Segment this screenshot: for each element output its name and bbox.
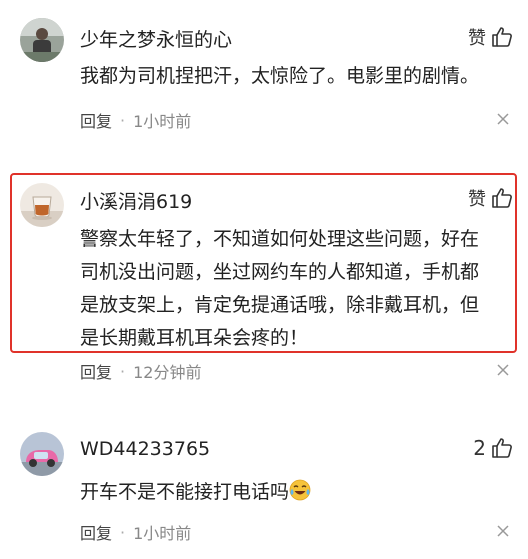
comment-text-line: 是放支架上，肯定免提通话哦，除非戴耳机，但 — [80, 294, 480, 316]
like-count: 2 — [473, 436, 486, 460]
thumbs-up-icon — [492, 27, 512, 47]
username[interactable]: WD44233765 — [80, 438, 210, 460]
comment-text: 警察太年轻了，不知道如何处理这些问题，好在 司机没出问题，坐过网约车的人都知道，… — [80, 223, 510, 355]
like-label: 赞 — [468, 28, 486, 49]
comment-meta: 回复 · 1小时前 — [80, 108, 191, 132]
avatar[interactable] — [20, 18, 64, 62]
comment-text-line: 司机没出问题，坐过网约车的人都知道，手机都 — [80, 261, 480, 283]
comment-item: WD44233765 2 开车不是不能接打电话吗 回复 · 1小时前 — [0, 420, 528, 559]
close-icon[interactable] — [496, 363, 510, 377]
close-icon[interactable] — [496, 524, 510, 538]
avatar[interactable] — [20, 183, 64, 227]
timestamp: 1小时前 — [133, 112, 192, 131]
comment-meta: 回复 · 12分钟前 — [80, 359, 201, 383]
like-button[interactable]: 赞 — [468, 24, 514, 50]
crying-laughing-emoji-icon — [289, 479, 311, 501]
reply-button[interactable]: 回复 — [80, 520, 112, 544]
thumbs-up-icon — [492, 188, 512, 208]
close-icon[interactable] — [496, 112, 510, 126]
comment-item: 少年之梦永恒的心 赞 我都为司机捏把汗，太惊险了。电影里的剧情。 回复 · 1小… — [0, 0, 528, 150]
timestamp: 12分钟前 — [133, 363, 202, 382]
comment-meta: 回复 · 1小时前 — [80, 520, 191, 544]
comment-text: 我都为司机捏把汗，太惊险了。电影里的剧情。 — [80, 65, 480, 87]
timestamp: 1小时前 — [133, 524, 192, 543]
username[interactable]: 少年之梦永恒的心 — [80, 25, 232, 52]
comment-item: 小溪涓涓619 赞 警察太年轻了，不知道如何处理这些问题，好在 司机没出问题，坐… — [0, 173, 528, 393]
thumbs-up-icon — [492, 438, 512, 458]
separator: · — [120, 110, 126, 130]
comment-text-line: 警察太年轻了，不知道如何处理这些问题，好在 — [80, 228, 480, 250]
separator: · — [120, 522, 126, 542]
like-button[interactable]: 2 — [473, 436, 514, 460]
comment-text-content: 开车不是不能接打电话吗 — [80, 481, 290, 503]
separator: · — [120, 361, 126, 381]
reply-button[interactable]: 回复 — [80, 359, 112, 383]
username[interactable]: 小溪涓涓619 — [80, 187, 192, 214]
avatar[interactable] — [20, 432, 64, 476]
like-label: 赞 — [468, 189, 486, 210]
comment-text-line: 是长期戴耳机耳朵会疼的！ — [80, 327, 309, 349]
comment-text: 开车不是不能接打电话吗 — [80, 476, 510, 509]
like-button[interactable]: 赞 — [468, 185, 514, 211]
reply-button[interactable]: 回复 — [80, 108, 112, 132]
